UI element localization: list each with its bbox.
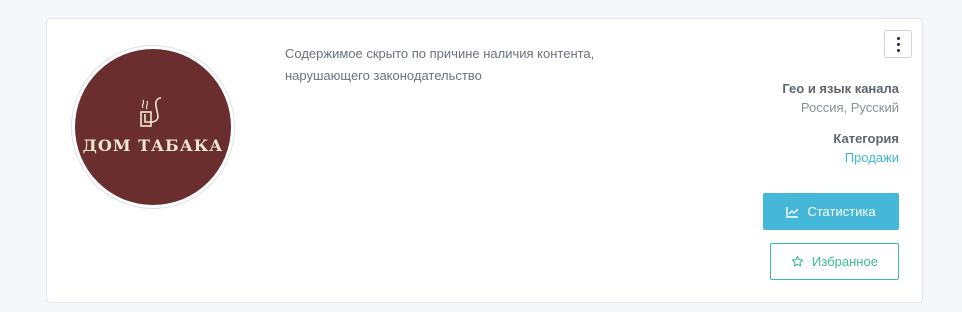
chart-line-icon: [786, 206, 799, 218]
more-vertical-icon: [896, 36, 900, 40]
avatar-logo-text: ДОМ ТАБАКА: [82, 135, 224, 155]
more-vertical-icon-dot: [896, 42, 900, 46]
favorite-button-label: Избранное: [812, 254, 878, 269]
statistics-button[interactable]: Статистика: [763, 193, 899, 230]
category-block: Категория Продажи: [833, 129, 899, 167]
geo-language-block: Гео и язык канала Россия, Русский: [782, 79, 899, 117]
category-label: Категория: [833, 131, 899, 146]
star-outline-icon: [791, 255, 804, 267]
statistics-button-label: Статистика: [807, 204, 876, 219]
favorite-button[interactable]: Избранное: [770, 243, 899, 280]
geo-language-value: Россия, Русский: [800, 100, 899, 115]
smoking-pipe-icon: [140, 96, 162, 127]
channel-card: ДОМ ТАБАКА Содержимое скрыто по причине …: [46, 18, 923, 303]
avatar-logo: ДОМ ТАБАКА: [75, 49, 231, 205]
hidden-content-notice: Содержимое скрыто по причине наличия кон…: [285, 46, 595, 83]
geo-language-label: Гео и язык канала: [782, 81, 899, 96]
more-options-button[interactable]: [884, 30, 912, 58]
channel-avatar[interactable]: ДОМ ТАБАКА: [71, 45, 235, 209]
category-link[interactable]: Продажи: [833, 148, 899, 167]
more-vertical-icon-dot: [896, 48, 900, 52]
